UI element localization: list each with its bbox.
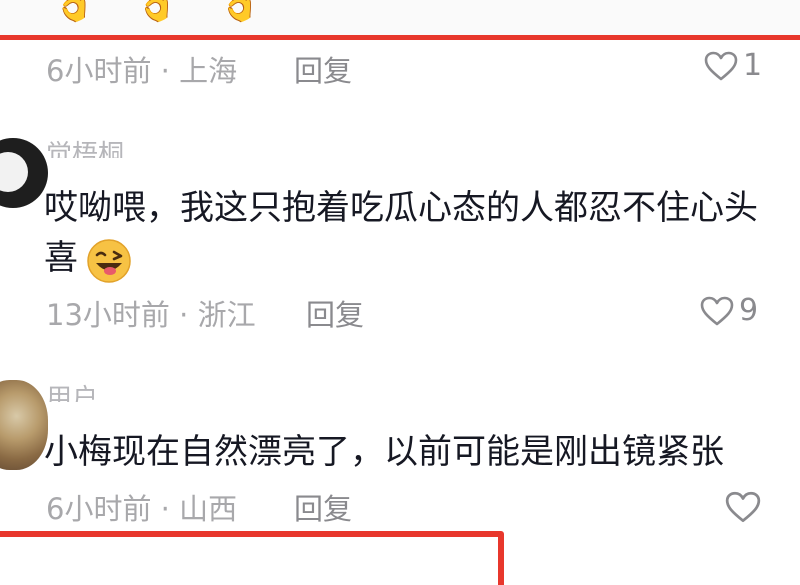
comment-location: 山西 bbox=[179, 492, 238, 526]
avatar[interactable] bbox=[0, 138, 48, 208]
meta-separator: · bbox=[179, 298, 189, 332]
like-count: 1 bbox=[743, 48, 763, 83]
like-button[interactable] bbox=[724, 490, 762, 524]
like-count: 9 bbox=[739, 293, 759, 328]
grinning-wink-emoji-icon bbox=[87, 239, 131, 283]
reply-button[interactable]: 回复 bbox=[294, 486, 352, 528]
ok-hand-emoji: 👌 bbox=[52, 0, 97, 24]
reply-button[interactable]: 回复 bbox=[294, 48, 352, 90]
ok-hand-emoji: 👌 bbox=[217, 0, 263, 24]
meta-separator: · bbox=[160, 54, 170, 88]
red-annotation-line bbox=[0, 35, 800, 40]
username[interactable]: 觉梧桐 bbox=[46, 140, 124, 158]
emoji-row: 👌 👌 👌 bbox=[52, 0, 262, 22]
comment-text: 小梅现在自然漂亮了，以前可能是刚出镜紧张 bbox=[44, 432, 724, 472]
avatar[interactable] bbox=[0, 380, 48, 470]
username[interactable]: 用户 bbox=[46, 384, 98, 402]
heart-outline-icon bbox=[700, 296, 734, 326]
comment-text-line-1: 哎呦喂，我这只抱着吃瓜心态的人都忍不住心头 bbox=[44, 188, 758, 228]
comment-text-line-2: 喜 bbox=[44, 238, 78, 278]
comment-time: 6小时前 bbox=[46, 54, 152, 88]
comment-location: 上海 bbox=[179, 54, 238, 88]
heart-outline-icon bbox=[725, 491, 761, 523]
comment-location: 浙江 bbox=[197, 298, 256, 332]
like-button[interactable]: 9 bbox=[699, 295, 758, 327]
heart-outline-icon bbox=[704, 51, 738, 81]
ok-hand-emoji: 👌 bbox=[134, 0, 180, 24]
comment-3-meta: 6小时前 · 山西 bbox=[46, 486, 237, 528]
comment-2-meta: 13小时前 · 浙江 bbox=[46, 292, 256, 334]
next-comment-cropped bbox=[48, 570, 288, 585]
meta-separator: · bbox=[160, 492, 170, 526]
avatar-inner bbox=[0, 152, 28, 192]
comment-time: 13小时前 bbox=[46, 298, 170, 332]
like-button[interactable]: 1 bbox=[703, 50, 762, 82]
comment-1-meta: 6小时前 · 上海 bbox=[46, 48, 237, 90]
previous-comment-emoji-strip: 👌 👌 👌 bbox=[0, 0, 800, 40]
reply-button[interactable]: 回复 bbox=[306, 292, 364, 334]
comment-time: 6小时前 bbox=[46, 492, 152, 526]
